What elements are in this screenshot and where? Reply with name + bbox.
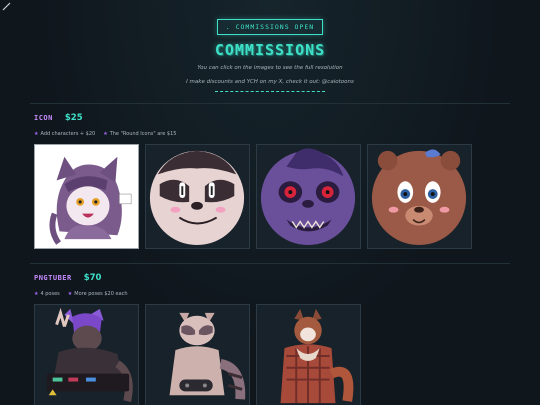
note-text: Add characters + $20: [40, 131, 96, 137]
page-header: . COMMISSIONS OPEN COMMISSIONS You can c…: [0, 14, 540, 92]
fox-pngtuber[interactable]: [256, 304, 361, 405]
commissions-open-badge: . COMMISSIONS OPEN: [216, 19, 324, 35]
star-icon: ★: [103, 131, 108, 137]
note-item: ★ The "Round Icons" are $15: [103, 131, 176, 137]
note-item: ★ More poses $20 each: [68, 291, 128, 297]
section-divider: [30, 263, 510, 264]
star-icon: ★: [34, 131, 39, 137]
section-title: PNGTUBER: [34, 274, 72, 282]
star-icon: ★: [34, 291, 39, 297]
bear-round-icon[interactable]: [367, 144, 472, 249]
icon-section: ICON $25 ★ Add characters + $20 ★ The "Rou…: [34, 113, 472, 249]
note-item: ★ 4 poses: [34, 291, 60, 297]
dashed-divider: [215, 91, 325, 92]
page-title: COMMISSIONS: [214, 41, 326, 59]
section-price: $25: [64, 113, 83, 123]
pngtuber-section: PNGTUBER $70 ★ 4 poses ★ More poses $20 ea…: [34, 273, 361, 405]
section-title: ICON: [34, 114, 53, 122]
note-item: ★ Add characters + $20: [34, 131, 95, 137]
purple-monster-round-icon[interactable]: [256, 144, 361, 249]
section-divider: [30, 103, 510, 104]
raccoon-gamer-pngtuber[interactable]: [145, 304, 250, 405]
star-icon: ★: [67, 291, 73, 297]
section-price: $70: [83, 273, 102, 283]
wolf-girl-icon[interactable]: [34, 144, 139, 249]
discount-info: I make discounts and YCH on my X, check …: [186, 79, 354, 85]
click-images-hint: You can click on the images to see the f…: [197, 65, 343, 71]
cursor-icon: [2, 2, 11, 11]
note-text: The "Round Icons" are $15: [109, 131, 177, 137]
note-text: 4 poses: [40, 291, 60, 297]
note-text: More poses $20 each: [74, 291, 128, 297]
raccoon-round-icon[interactable]: [145, 144, 250, 249]
wolf-keyboard-pngtuber[interactable]: [34, 304, 139, 405]
